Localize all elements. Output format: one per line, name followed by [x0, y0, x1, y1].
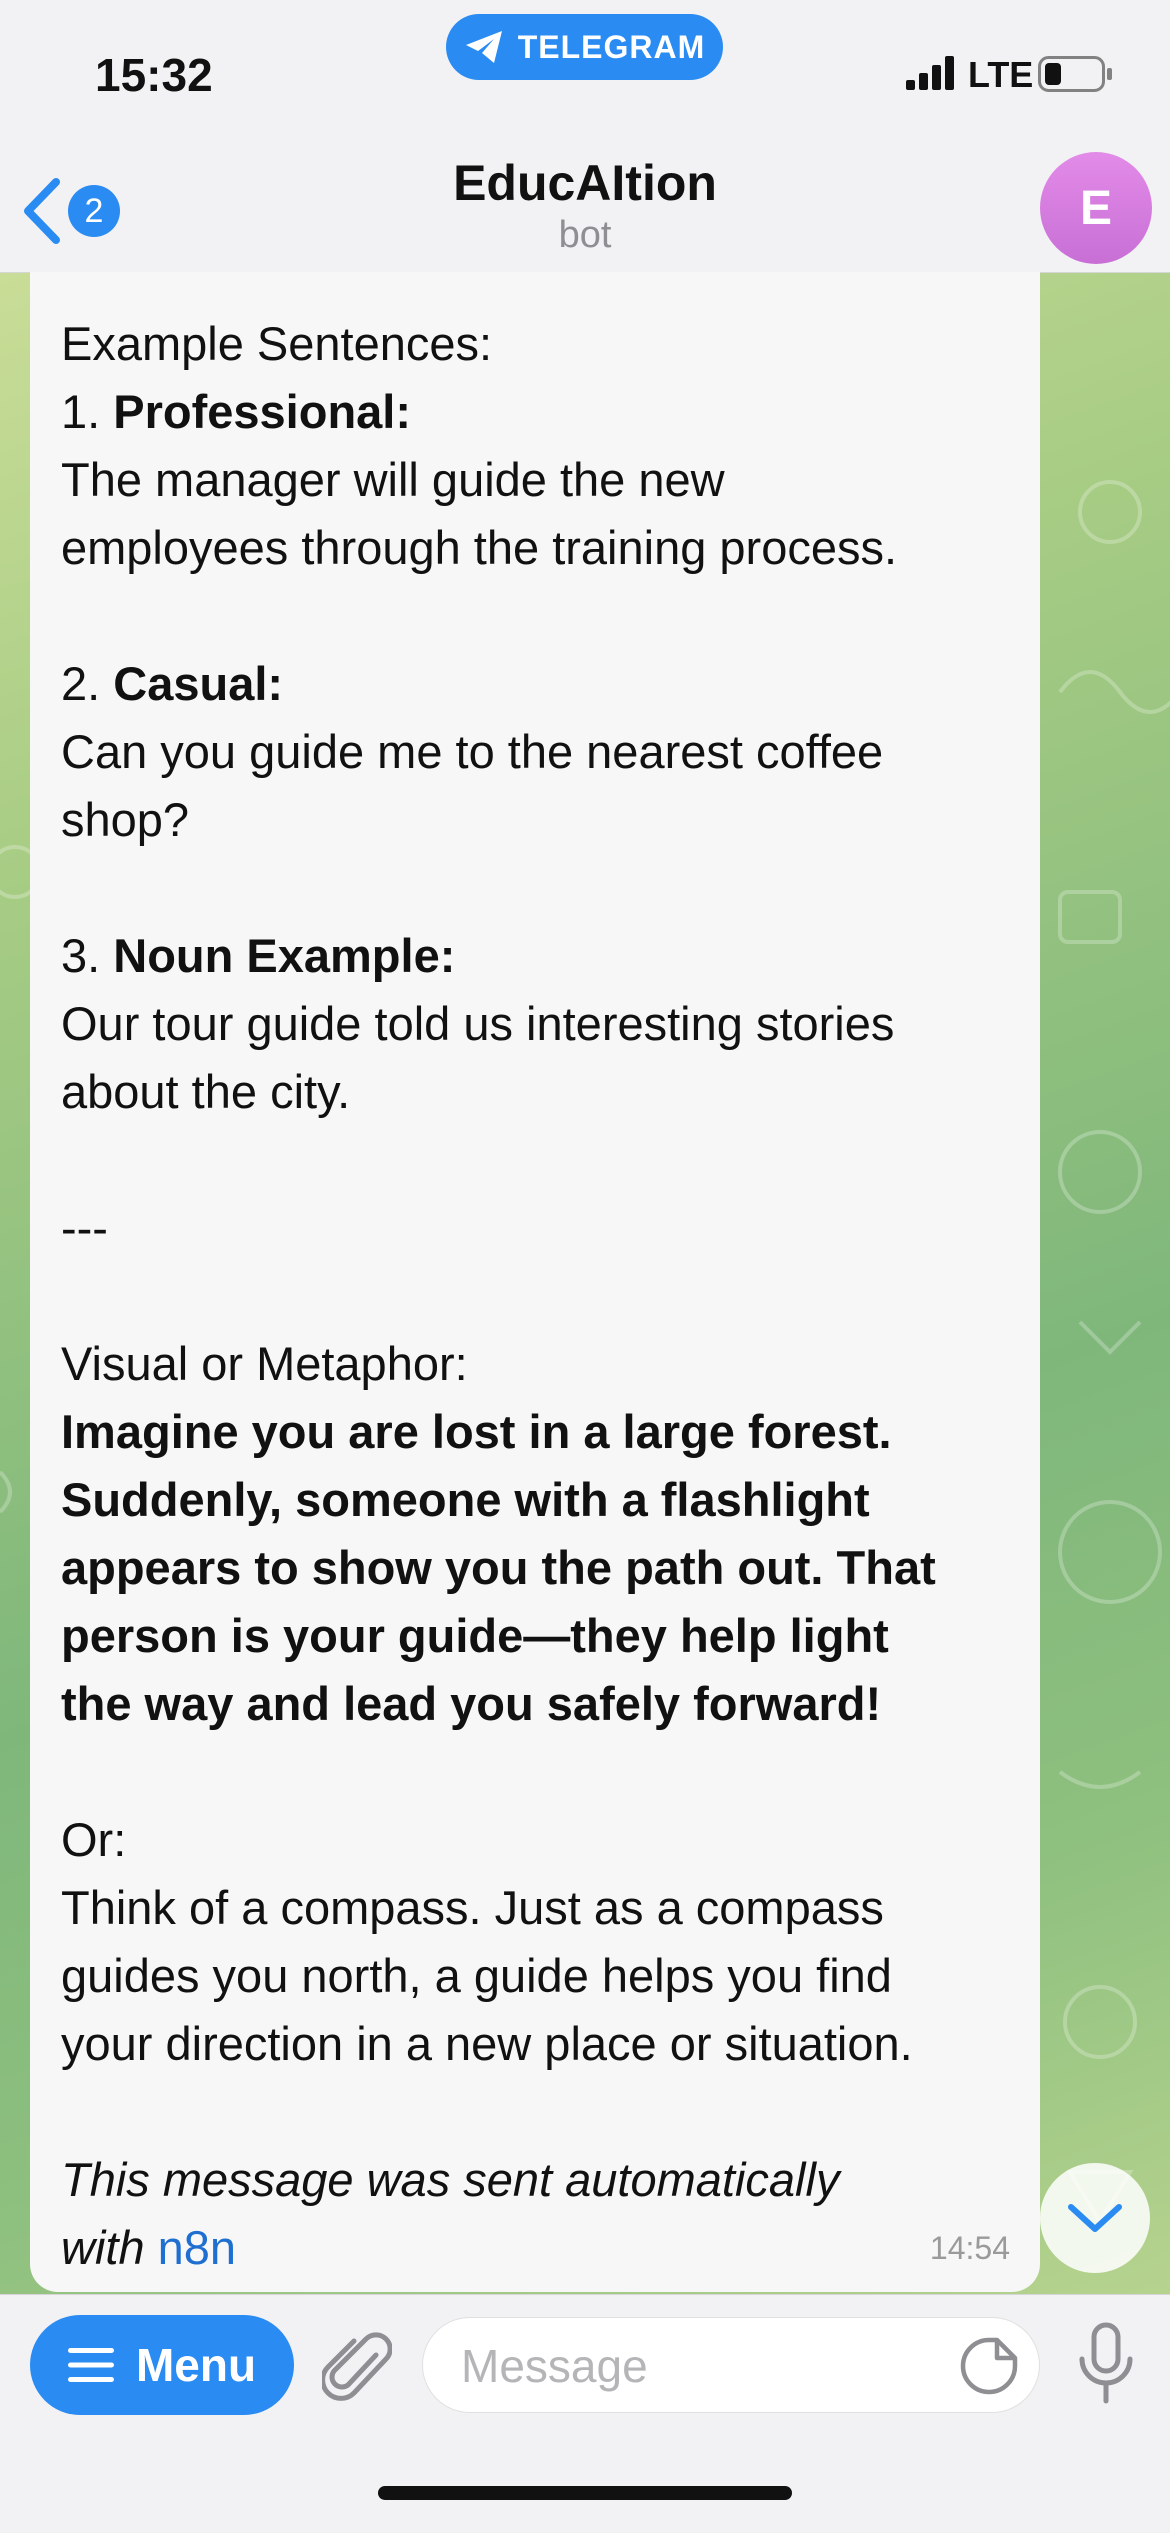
example-3-title: 3. Noun Example:	[61, 929, 456, 982]
status-bar: 15:32 TELEGRAM LTE	[0, 0, 1170, 150]
sticker-icon[interactable]	[959, 2336, 1019, 2396]
menu-button-label: Menu	[135, 2339, 257, 2391]
visual-line: person is your guide—they help light	[61, 1609, 889, 1662]
chat-subtitle: bot	[558, 214, 612, 256]
home-indicator[interactable]	[378, 2486, 792, 2500]
attach-icon[interactable]	[322, 2325, 392, 2405]
example-heading: Example Sentences:	[61, 317, 493, 370]
visual-line: the way and lead you safely forward!	[61, 1677, 882, 1730]
footer-note-2: with n8n	[61, 2221, 237, 2274]
example-3-line: about the city.	[61, 1065, 351, 1118]
status-time: 15:32	[95, 49, 213, 101]
message-bubble[interactable]: Example Sentences: 1. Professional: The …	[30, 272, 1040, 2292]
telegram-pill-label: TELEGRAM	[517, 28, 706, 65]
network-type: LTE	[968, 54, 1034, 95]
example-2-title: 2. Casual:	[61, 657, 284, 710]
bot-avatar[interactable]: E	[1040, 152, 1152, 264]
telegram-return-pill[interactable]: TELEGRAM	[446, 14, 723, 80]
example-1-line: employees through the training process.	[61, 521, 898, 574]
signal-icon	[906, 56, 954, 90]
chat-header: 2 EducAItion bot E	[0, 150, 1170, 273]
example-2-line: shop?	[61, 793, 190, 846]
example-3-line: Our tour guide told us interesting stori…	[61, 997, 895, 1050]
chat-title[interactable]: EducAItion	[0, 154, 1170, 212]
footer-note: This message was sent automatically	[61, 2153, 840, 2206]
separator: ---	[61, 1201, 108, 1254]
menu-icon	[67, 2348, 114, 2382]
menu-button[interactable]: Menu	[30, 2315, 294, 2415]
message-timestamp: 14:54	[929, 2230, 1010, 2266]
scroll-to-bottom-button[interactable]	[1040, 2163, 1150, 2273]
example-2-line: Can you guide me to the nearest coffee	[61, 725, 884, 778]
visual-heading: Visual or Metaphor:	[61, 1337, 468, 1390]
telegram-plane-icon	[465, 31, 502, 63]
chevron-down-icon	[1068, 2204, 1122, 2232]
message-input[interactable]	[459, 2338, 933, 2394]
message-field[interactable]	[422, 2317, 1040, 2413]
microphone-icon[interactable]	[1076, 2321, 1136, 2407]
n8n-link[interactable]: n8n	[158, 2221, 236, 2274]
visual-line: Imagine you are lost in a large forest.	[61, 1405, 892, 1458]
visual-line: Suddenly, someone with a flashlight	[61, 1473, 870, 1526]
or-label: Or:	[61, 1813, 127, 1866]
example-1-title: 1. Professional:	[61, 385, 412, 438]
battery-icon	[1038, 56, 1112, 92]
or-line: Think of a compass. Just as a compass	[61, 1881, 884, 1934]
or-line: guides you north, a guide helps you find	[61, 1949, 892, 2002]
example-1-line: The manager will guide the new	[61, 453, 725, 506]
or-line: your direction in a new place or situati…	[61, 2017, 913, 2070]
visual-line: appears to show you the path out. That	[61, 1541, 936, 1594]
